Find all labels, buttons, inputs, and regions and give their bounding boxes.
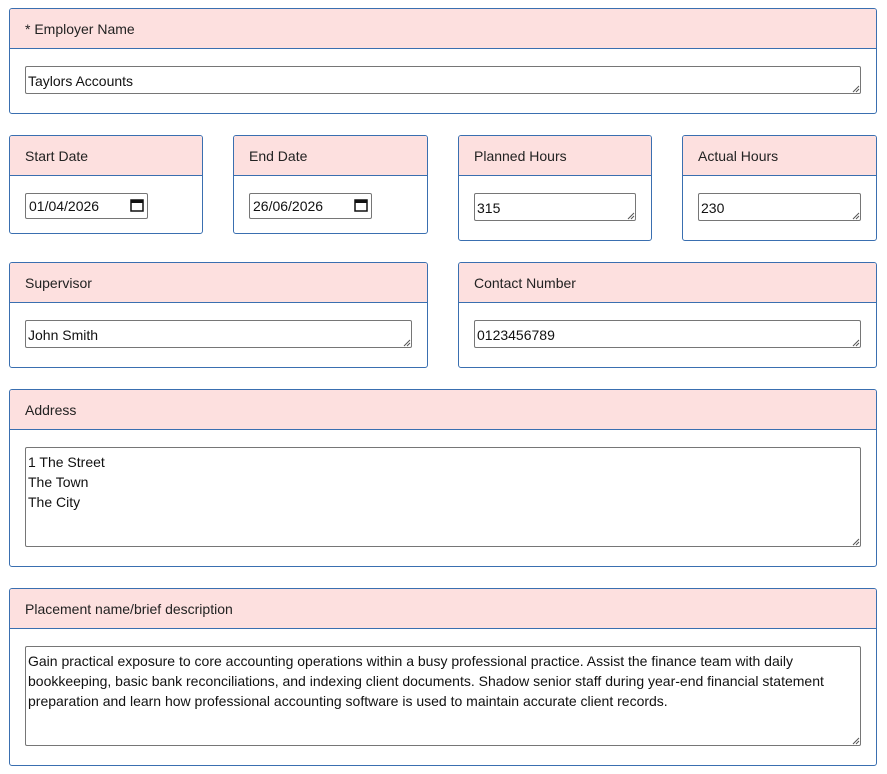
- employer-name-label: * Employer Name: [10, 9, 876, 49]
- resize-grip-icon[interactable]: [851, 736, 860, 745]
- supervisor-input[interactable]: John Smith: [25, 320, 412, 348]
- address-input[interactable]: 1 The Street The Town The City: [25, 447, 861, 547]
- actual-hours-panel: Actual Hours 230: [682, 135, 877, 241]
- resize-grip-icon[interactable]: [402, 338, 411, 347]
- placement-description-panel: Placement name/brief description Gain pr…: [9, 588, 877, 766]
- planned-hours-panel: Planned Hours 315: [458, 135, 652, 241]
- employer-name-panel: * Employer Name Taylors Accounts: [9, 8, 877, 114]
- end-date-panel: End Date 26/06/2026: [233, 135, 428, 234]
- actual-hours-label: Actual Hours: [683, 136, 876, 176]
- calendar-icon[interactable]: [129, 197, 145, 213]
- resize-grip-icon[interactable]: [851, 211, 860, 220]
- supervisor-panel: Supervisor John Smith: [9, 262, 428, 368]
- actual-hours-input[interactable]: 230: [698, 193, 861, 221]
- placement-description-label: Placement name/brief description: [10, 589, 876, 629]
- planned-hours-input[interactable]: 315: [474, 193, 636, 221]
- contact-number-label: Contact Number: [459, 263, 876, 303]
- resize-grip-icon[interactable]: [626, 211, 635, 220]
- planned-hours-label: Planned Hours: [459, 136, 651, 176]
- contact-number-panel: Contact Number 0123456789: [458, 262, 877, 368]
- start-date-input[interactable]: 01/04/2026: [25, 193, 148, 219]
- start-date-panel: Start Date 01/04/2026: [9, 135, 203, 234]
- employer-name-input[interactable]: Taylors Accounts: [25, 66, 861, 94]
- resize-grip-icon[interactable]: [851, 338, 860, 347]
- end-date-label: End Date: [234, 136, 427, 176]
- address-panel: Address 1 The Street The Town The City: [9, 389, 877, 567]
- placement-description-input[interactable]: Gain practical exposure to core accounti…: [25, 646, 861, 746]
- start-date-label: Start Date: [10, 136, 202, 176]
- resize-grip-icon[interactable]: [851, 84, 860, 93]
- end-date-input[interactable]: 26/06/2026: [249, 193, 372, 219]
- calendar-icon[interactable]: [353, 197, 369, 213]
- resize-grip-icon[interactable]: [851, 537, 860, 546]
- contact-number-input[interactable]: 0123456789: [474, 320, 861, 348]
- supervisor-label: Supervisor: [10, 263, 427, 303]
- start-date-value: 01/04/2026: [29, 198, 100, 214]
- end-date-value: 26/06/2026: [253, 198, 324, 214]
- address-label: Address: [10, 390, 876, 430]
